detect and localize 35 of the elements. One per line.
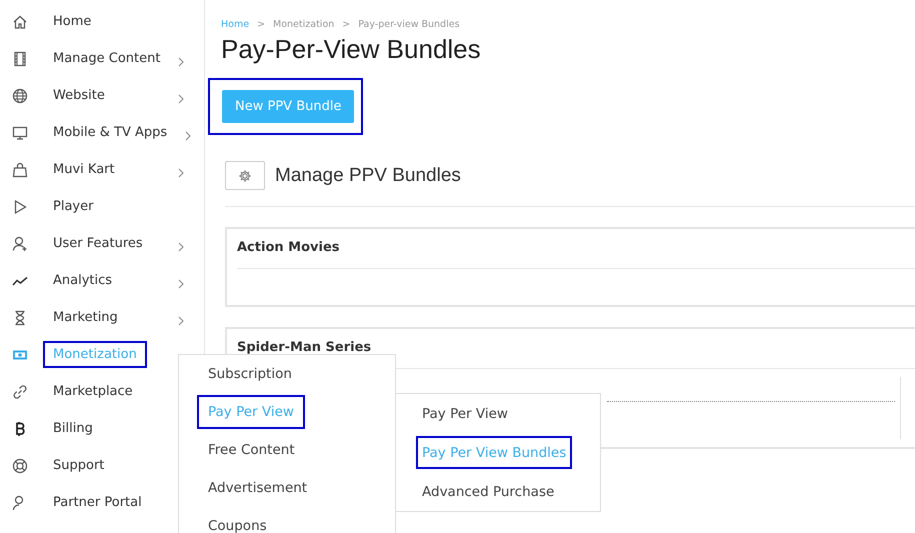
sidebar-item[interactable]: Website: [43, 82, 115, 109]
bag-icon: [12, 162, 28, 178]
menu-item[interactable]: Advertisement: [197, 471, 318, 505]
globe-icon: [12, 88, 28, 104]
breadcrumb-item: Pay-per-view Bundles: [358, 19, 460, 30]
sidebar-item[interactable]: Partner Portal: [43, 489, 152, 516]
sidebar-item[interactable]: Analytics: [43, 267, 122, 294]
menu-item[interactable]: Free Content: [197, 433, 306, 467]
page-title: Pay-Per-View Bundles: [221, 34, 482, 65]
sidebar-item[interactable]: Home: [43, 8, 102, 35]
sidebar-item[interactable]: Support: [43, 452, 114, 479]
sidebar-item[interactable]: Marketplace: [43, 378, 143, 405]
sidebar-item[interactable]: Marketing: [43, 304, 128, 331]
sidebar-item[interactable]: Manage Content: [43, 45, 170, 72]
play-icon: [12, 198, 28, 214]
card-title: Action Movies: [237, 229, 915, 269]
breadcrumb-item: Monetization: [273, 19, 334, 30]
breadcrumb-item: >: [257, 19, 266, 30]
sidebar-item[interactable]: Mobile & TV Apps: [43, 119, 178, 146]
menu-item[interactable]: Advanced Purchase: [416, 475, 560, 508]
settings-icon[interactable]: [225, 161, 265, 190]
link-icon: [12, 384, 28, 400]
breadcrumb-item: >: [342, 19, 350, 30]
monitor-icon: [12, 124, 28, 140]
user-add-icon: [12, 236, 28, 252]
sidebar-item[interactable]: Player: [43, 193, 104, 220]
lifebuoy-icon: [12, 458, 28, 474]
sidebar-item[interactable]: Billing: [43, 415, 103, 442]
section-title: Manage PPV Bundles: [275, 164, 461, 186]
sidebar-item[interactable]: User Features: [43, 230, 153, 257]
menu-item[interactable]: Pay Per View: [416, 397, 514, 430]
film-icon: [12, 50, 28, 66]
home-icon: [12, 14, 28, 30]
menu-item[interactable]: Coupons: [197, 509, 278, 533]
sidebar-item[interactable]: Muvi Kart: [43, 156, 125, 183]
